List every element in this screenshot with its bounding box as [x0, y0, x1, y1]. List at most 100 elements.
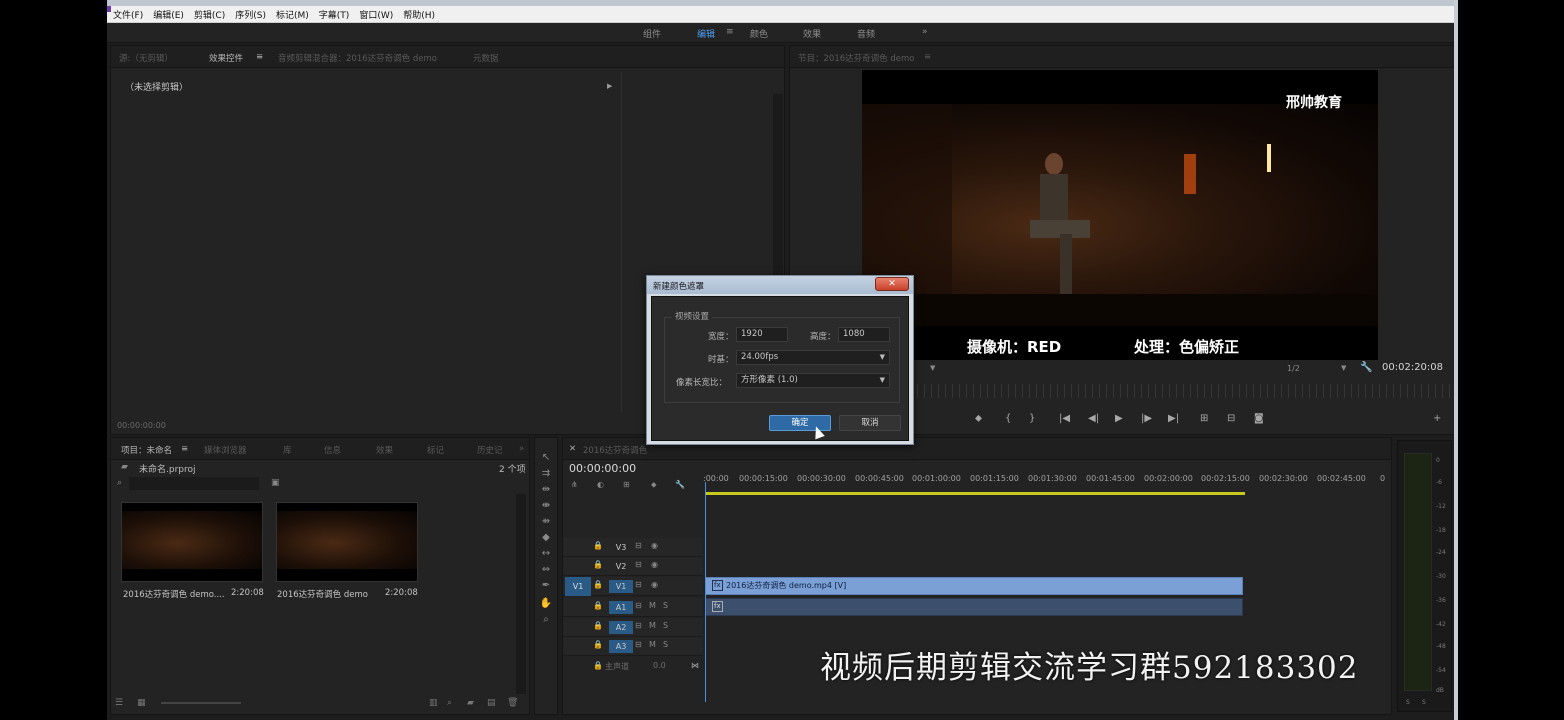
track-name-a1[interactable]: A1: [609, 601, 633, 614]
project-search-input[interactable]: [129, 477, 259, 490]
sync-icon[interactable]: ⊟: [635, 580, 642, 589]
menu-sequence[interactable]: 序列(S): [235, 8, 266, 21]
menu-clip[interactable]: 剪辑(C): [194, 8, 225, 21]
menu-title[interactable]: 字幕(T): [319, 8, 350, 21]
tab-effects[interactable]: 效果: [376, 444, 393, 456]
track-select-tool-icon[interactable]: ⇉: [535, 468, 557, 479]
project-more-icon[interactable]: »: [519, 444, 524, 454]
timeline-timecode[interactable]: 00:00:00:00: [569, 462, 636, 475]
project-menu-icon[interactable]: ≡: [181, 444, 188, 454]
close-icon[interactable]: ✕: [875, 277, 909, 291]
timeline-settings-icon[interactable]: 🔧: [675, 480, 685, 489]
solo-button[interactable]: S: [663, 621, 668, 630]
close-sequence-icon[interactable]: ✕: [569, 444, 576, 454]
master-volume-value[interactable]: 0.0: [653, 661, 666, 670]
rolling-edit-tool-icon[interactable]: ⇼: [535, 500, 557, 511]
go-to-out-icon[interactable]: ▶|: [1168, 413, 1179, 424]
track-name-v1[interactable]: V1: [609, 580, 633, 593]
workspace-more-icon[interactable]: »: [922, 27, 928, 37]
workspace-audio[interactable]: 音频: [857, 27, 875, 40]
step-forward-icon[interactable]: |▶: [1141, 413, 1152, 424]
lock-icon[interactable]: 🔒: [593, 560, 603, 569]
clip-audio-a1[interactable]: fx: [705, 598, 1243, 616]
clip-thumbnail-2[interactable]: [276, 502, 418, 582]
tab-project[interactable]: 项目：未命名: [121, 444, 172, 456]
expand-arrow-icon[interactable]: ▶: [607, 82, 612, 90]
timebase-select[interactable]: 24.00fps: [736, 350, 890, 365]
dialog-title-bar[interactable]: 新建颜色遮罩 ✕: [647, 276, 913, 294]
track-name-v2[interactable]: V2: [609, 560, 633, 573]
lock-icon[interactable]: 🔒: [593, 621, 603, 630]
clip-video-v1[interactable]: fx 2016达芬奇调色 demo.mp4 [V]: [705, 577, 1243, 595]
search-icon[interactable]: ⌕: [117, 478, 122, 488]
tab-audio-clip-mixer[interactable]: 音频剪辑混合器：2016达芬奇调色 demo: [278, 52, 437, 64]
go-to-in-icon[interactable]: |◀: [1059, 413, 1070, 424]
program-ruler[interactable]: [917, 384, 1452, 398]
tab-sequence[interactable]: 2016达芬奇调色: [583, 444, 647, 456]
linked-selection-icon[interactable]: ◐: [597, 480, 604, 489]
tab-effect-controls[interactable]: 效果控件: [209, 52, 243, 64]
add-marker-timeline-icon[interactable]: ⊞: [623, 480, 630, 489]
sync-icon[interactable]: ⊟: [635, 541, 642, 550]
solo-button[interactable]: S: [663, 601, 668, 610]
add-marker-icon[interactable]: ⬥: [975, 413, 982, 424]
source-patch-v1[interactable]: V1: [565, 577, 591, 596]
extract-icon[interactable]: ⊟: [1227, 413, 1235, 424]
mark-out-icon[interactable]: }: [1029, 413, 1035, 424]
track-name-a3[interactable]: A3: [609, 640, 633, 653]
clip-thumbnail-1[interactable]: [121, 502, 263, 582]
mute-button[interactable]: M: [649, 621, 656, 630]
clear-icon[interactable]: 🗑: [507, 698, 518, 708]
menu-edit[interactable]: 编辑(E): [153, 8, 184, 21]
workspace-editing[interactable]: 编辑: [697, 27, 715, 40]
zoom-tool-icon[interactable]: ⌕: [535, 614, 557, 625]
workspace-menu-icon[interactable]: ≡: [726, 27, 734, 37]
width-field[interactable]: 1920: [736, 327, 788, 342]
button-editor-icon[interactable]: +: [1433, 413, 1441, 424]
tab-menu-icon[interactable]: ≡: [256, 52, 263, 62]
eye-icon[interactable]: ◉: [651, 541, 658, 550]
hand-tool-icon[interactable]: ✋: [535, 598, 557, 609]
list-view-icon[interactable]: ☰: [115, 698, 123, 708]
menu-window[interactable]: 窗口(W): [359, 8, 393, 21]
menu-file[interactable]: 文件(F): [113, 8, 143, 21]
tab-libraries[interactable]: 库: [283, 444, 292, 456]
work-area-bar[interactable]: [705, 492, 1245, 495]
solo-left-button[interactable]: S: [1406, 699, 1410, 706]
lift-icon[interactable]: ⊞: [1200, 413, 1208, 424]
slide-tool-icon[interactable]: ⇔: [535, 564, 557, 575]
track-name-v3[interactable]: V3: [609, 541, 633, 554]
resolution-dropdown-icon[interactable]: ▼: [1341, 364, 1346, 372]
mute-button[interactable]: M: [649, 640, 656, 649]
tab-program[interactable]: 节目：2016达芬奇调色 demo: [798, 52, 914, 64]
zoom-dropdown-icon[interactable]: ▼: [930, 364, 935, 372]
lock-icon[interactable]: 🔒: [593, 580, 603, 589]
tab-markers[interactable]: 标记: [427, 444, 444, 456]
selection-tool-icon[interactable]: ↖: [535, 452, 557, 463]
lock-icon[interactable]: 🔒: [593, 541, 603, 550]
track-name-a2[interactable]: A2: [609, 621, 633, 634]
step-back-icon[interactable]: ◀|: [1088, 413, 1099, 424]
new-item-icon[interactable]: ▤: [487, 698, 496, 708]
solo-button[interactable]: S: [663, 640, 668, 649]
project-scrollbar[interactable]: [516, 494, 526, 694]
resolution-select[interactable]: 1/2: [1287, 364, 1300, 373]
tab-metadata[interactable]: 元数据: [473, 52, 499, 64]
sync-icon[interactable]: ⊟: [635, 621, 642, 630]
sync-icon[interactable]: ⊟: [635, 601, 642, 610]
lock-icon[interactable]: 🔒: [593, 661, 603, 670]
sync-icon[interactable]: ⊟: [635, 640, 642, 649]
play-icon[interactable]: ▶: [1115, 413, 1123, 424]
lock-icon[interactable]: 🔒: [593, 640, 603, 649]
eye-icon[interactable]: ◉: [651, 560, 658, 569]
razor-tool-icon[interactable]: ◆: [535, 532, 557, 543]
marker-icon[interactable]: ⬥: [651, 480, 657, 490]
tab-history[interactable]: 历史记: [477, 444, 503, 456]
master-go-to-icon[interactable]: ⋈: [691, 661, 699, 670]
lock-icon[interactable]: 🔒: [593, 601, 603, 610]
menu-marker[interactable]: 标记(M): [276, 8, 309, 21]
program-menu-icon[interactable]: ≡: [924, 52, 931, 62]
cancel-button[interactable]: 取消: [839, 415, 901, 431]
slip-tool-icon[interactable]: ↔: [535, 548, 557, 559]
solo-right-button[interactable]: S: [1422, 699, 1426, 706]
